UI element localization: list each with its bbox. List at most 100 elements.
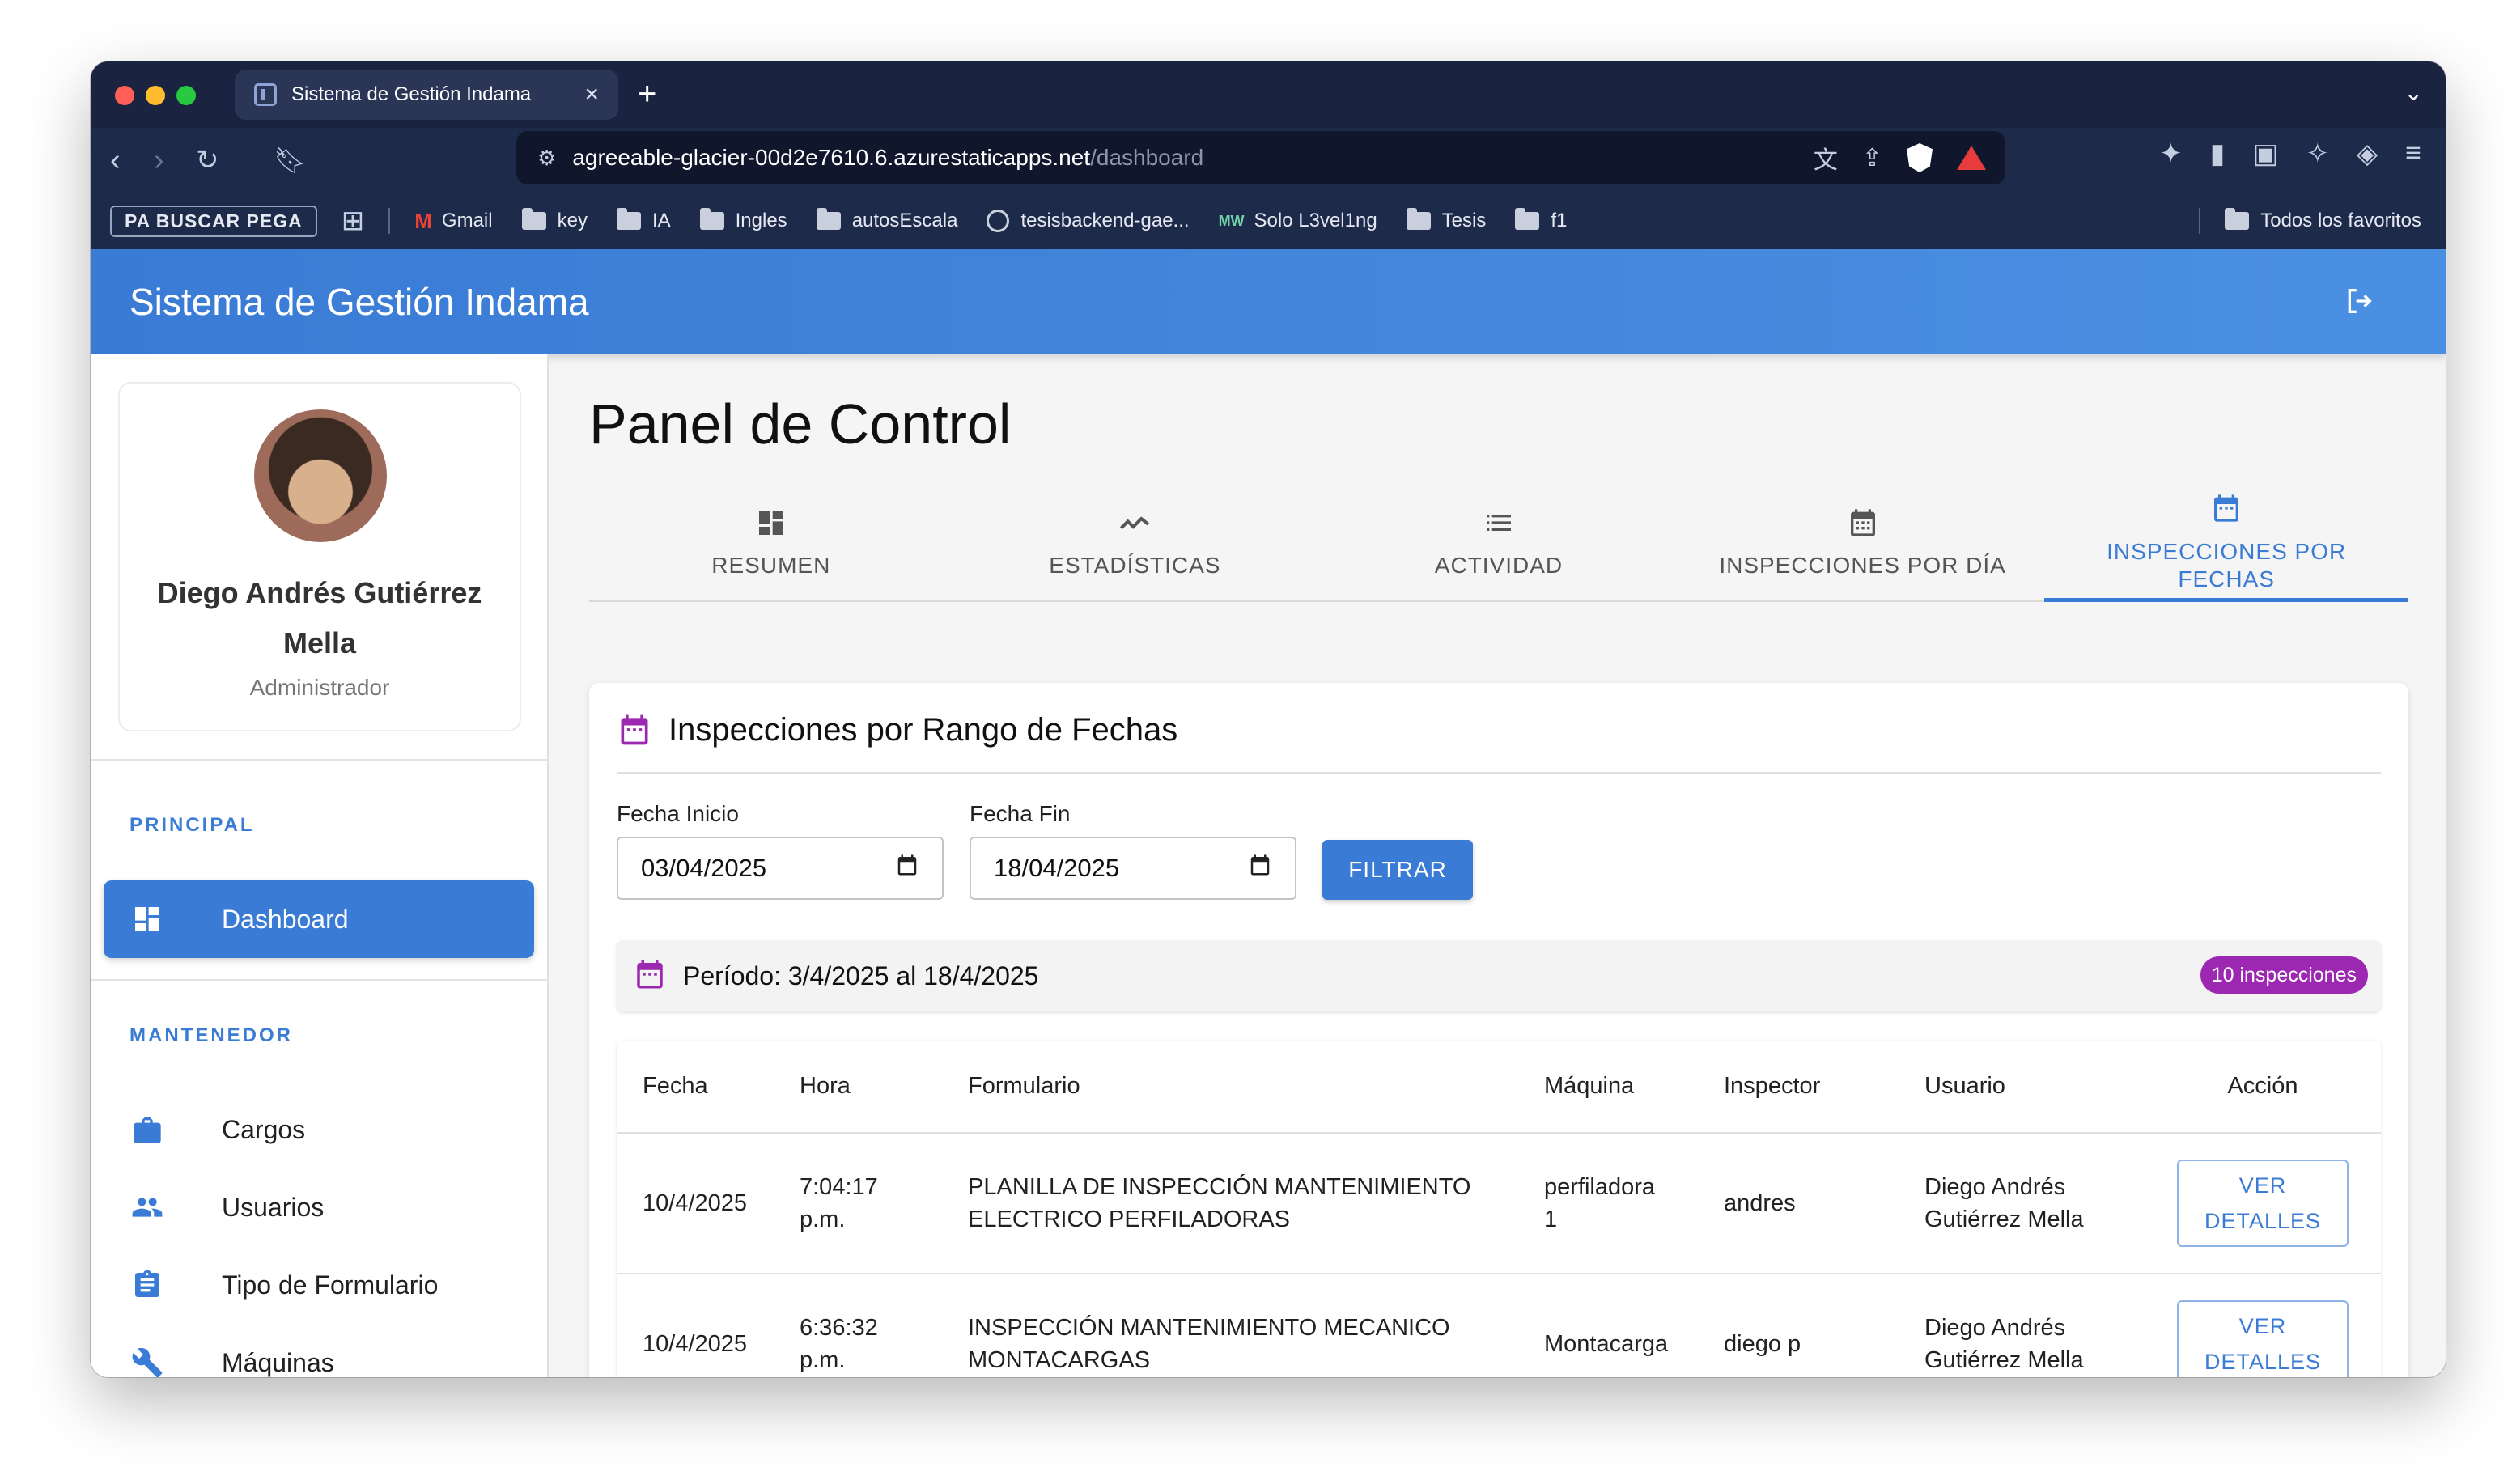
start-date-field[interactable]: 03/04/2025 xyxy=(617,837,944,900)
minimize-window-button[interactable] xyxy=(146,86,165,105)
tab-estadisticas[interactable]: ESTADÍSTICAS xyxy=(953,484,1318,600)
column-header: Fecha xyxy=(617,1041,774,1134)
sidebar-item-label: Dashboard xyxy=(222,904,349,934)
folder-icon xyxy=(816,208,841,230)
folder-icon xyxy=(616,208,641,230)
all-favorites[interactable]: Todos los favoritos xyxy=(2199,193,2421,249)
sidebar-item-label: Máquinas xyxy=(222,1347,334,1377)
url-path: /dashboard xyxy=(1090,145,1204,170)
site-settings-icon[interactable]: ⚙︎ xyxy=(537,146,556,171)
apps-grid-icon[interactable]: ⊞ xyxy=(342,205,365,237)
cell-formulario: INSPECCIÓN MANTENIMIENTO MECANICO MONTACA… xyxy=(942,1274,1518,1377)
tab-actividad[interactable]: ACTIVIDAD xyxy=(1317,484,1681,600)
main-content: Panel de Control RESUMEN ESTADÍSTICAS AC… xyxy=(549,354,2446,1377)
tab-close-icon[interactable]: × xyxy=(584,81,599,108)
column-header: Hora xyxy=(774,1041,942,1134)
cell-text: PLANILLA DE INSPECCIÓN MANTENIMIENTO xyxy=(968,1174,1471,1200)
brave-rewards-icon[interactable] xyxy=(1957,146,1986,170)
bookmark-icon[interactable]: 🔖︎ xyxy=(274,138,307,183)
cell-formulario: PLANILLA DE INSPECCIÓN MANTENIMIENTO ELEC… xyxy=(942,1133,1518,1274)
cell-maquina: perfiladora 1 xyxy=(1518,1133,1698,1274)
address-bar[interactable]: ⚙︎ agreeable-glacier-00d2e7610.6.azurest… xyxy=(516,131,2005,184)
tab-label: ACTIVIDAD xyxy=(1434,552,1564,578)
tab-inspecciones-por-dia[interactable]: INSPECCIONES POR DÍA xyxy=(1681,484,2045,600)
tab-title: Sistema de Gestión Indama xyxy=(291,83,532,105)
all-favorites-label: Todos los favoritos xyxy=(2260,210,2421,231)
brave-shields-icon[interactable] xyxy=(1907,143,1933,172)
bookmark-tesis[interactable]: Tesis xyxy=(1406,208,1486,232)
column-header: Máquina xyxy=(1518,1041,1698,1134)
filter-button[interactable]: FILTRAR xyxy=(1322,840,1473,900)
sidebar-toggle-icon[interactable]: ▮ xyxy=(2210,138,2226,170)
maximize-window-button[interactable] xyxy=(176,86,196,105)
wallet-icon[interactable]: ▣ xyxy=(2252,138,2278,170)
bookmark-pill[interactable]: PA BUSCAR PEGA xyxy=(110,205,317,237)
calendar-picker-icon[interactable] xyxy=(895,853,919,884)
calendar-picker-icon[interactable] xyxy=(1248,853,1272,884)
period-bar: Período: 3/4/2025 al 18/4/2025 10 inspec… xyxy=(617,940,2381,1011)
button-label: DETALLES xyxy=(2204,1350,2322,1374)
tab-label: RESUMEN xyxy=(711,552,831,578)
sidebar-item-label: Tipo de Formulario xyxy=(222,1270,439,1300)
app: Sistema de Gestión Indama Diego Andrés G… xyxy=(91,249,2446,1377)
close-window-button[interactable] xyxy=(115,86,134,105)
tab-inspecciones-por-fechas[interactable]: INSPECCIONES POR FECHAS xyxy=(2044,484,2408,602)
bookmark-solo-leveling[interactable]: MW Solo L3vel1ng xyxy=(1219,210,1377,232)
bookmark-ingles[interactable]: Ingles xyxy=(699,208,787,232)
share-icon[interactable]: ⇪ xyxy=(1862,144,1882,172)
bookmark-gmail[interactable]: M Gmail xyxy=(414,209,492,234)
menu-icon[interactable]: ≡ xyxy=(2405,138,2421,170)
end-date-field[interactable]: 18/04/2025 xyxy=(970,837,1296,900)
new-tab-button[interactable]: + xyxy=(638,74,656,113)
cell-fecha: 10/4/2025 xyxy=(617,1133,774,1274)
extensions-icon[interactable]: ✦ xyxy=(2159,138,2183,170)
forward-icon[interactable]: › xyxy=(154,138,164,183)
bookmark-autosescala[interactable]: autosEscala xyxy=(816,208,957,232)
browser-chrome: Sistema de Gestión Indama × + ⌄ ‹ › ↻ 🔖︎… xyxy=(91,61,2446,249)
view-details-button[interactable]: VER DETALLES xyxy=(2177,1160,2349,1247)
bookmark-key[interactable]: key xyxy=(521,208,588,232)
vpn-shield-icon[interactable]: ◈ xyxy=(2357,138,2378,170)
leo-ai-icon[interactable]: ✧ xyxy=(2306,138,2330,170)
button-label: DETALLES xyxy=(2204,1209,2322,1233)
browser-tab-active[interactable]: Sistema de Gestión Indama × xyxy=(235,70,618,120)
bookmark-tesisbackend[interactable]: tesisbackend-gae... xyxy=(987,210,1190,232)
bookmark-f1[interactable]: f1 xyxy=(1515,208,1568,232)
reload-icon[interactable]: ↻ xyxy=(196,138,219,183)
sidebar-item-dashboard[interactable]: Dashboard xyxy=(104,880,534,958)
end-date-label: Fecha Fin xyxy=(970,801,1071,826)
section-label-mantenedor: MANTENEDOR xyxy=(129,1024,293,1046)
sidebar-item-maquinas[interactable]: Máquinas xyxy=(104,1324,534,1377)
button-label: VER xyxy=(2238,1314,2287,1338)
cell-fecha: 10/4/2025 xyxy=(617,1274,774,1377)
bookmark-separator xyxy=(2199,208,2201,234)
bookmark-label: key xyxy=(557,210,588,231)
bookmark-label: f1 xyxy=(1551,210,1568,231)
table-row: 10/4/2025 7:04:17 p.m. PLANILLA DE INSPEC… xyxy=(617,1133,2381,1274)
back-icon[interactable]: ‹ xyxy=(110,138,121,183)
translate-icon[interactable]: 文 xyxy=(1814,140,1838,176)
sidebar-item-usuarios[interactable]: Usuarios xyxy=(104,1168,534,1246)
column-header: Formulario xyxy=(942,1041,1518,1134)
cell-text: 7:04:17 xyxy=(800,1174,878,1200)
bookmark-label: Ingles xyxy=(735,210,787,231)
tab-resumen[interactable]: RESUMEN xyxy=(589,484,953,600)
gmail-icon: M xyxy=(414,208,432,233)
logout-icon[interactable] xyxy=(2342,285,2376,317)
chevron-down-icon[interactable]: ⌄ xyxy=(2404,79,2423,106)
list-icon xyxy=(1483,507,1515,545)
cell-text: Gutiérrez Mella xyxy=(1924,1206,2084,1232)
table-header-row: Fecha Hora Formulario Máquina Inspector … xyxy=(617,1041,2381,1134)
tab-label: ESTADÍSTICAS xyxy=(1049,552,1221,578)
sidebar-item-tipo-formulario[interactable]: Tipo de Formulario xyxy=(104,1246,534,1324)
address-bar-actions: 文 ⇪ xyxy=(1814,131,1986,184)
divider xyxy=(91,979,547,981)
sidebar-item-cargos[interactable]: Cargos xyxy=(104,1091,534,1168)
bookmark-ia[interactable]: IA xyxy=(616,208,671,232)
dashboard-icon xyxy=(129,901,165,937)
column-header: Inspector xyxy=(1698,1041,1899,1134)
start-date-label: Fecha Inicio xyxy=(617,801,739,826)
view-details-button[interactable]: VER DETALLES xyxy=(2177,1300,2349,1377)
tab-label: INSPECCIONES POR DÍA xyxy=(1719,552,2006,578)
cell-text: Diego Andrés xyxy=(1924,1315,2066,1341)
